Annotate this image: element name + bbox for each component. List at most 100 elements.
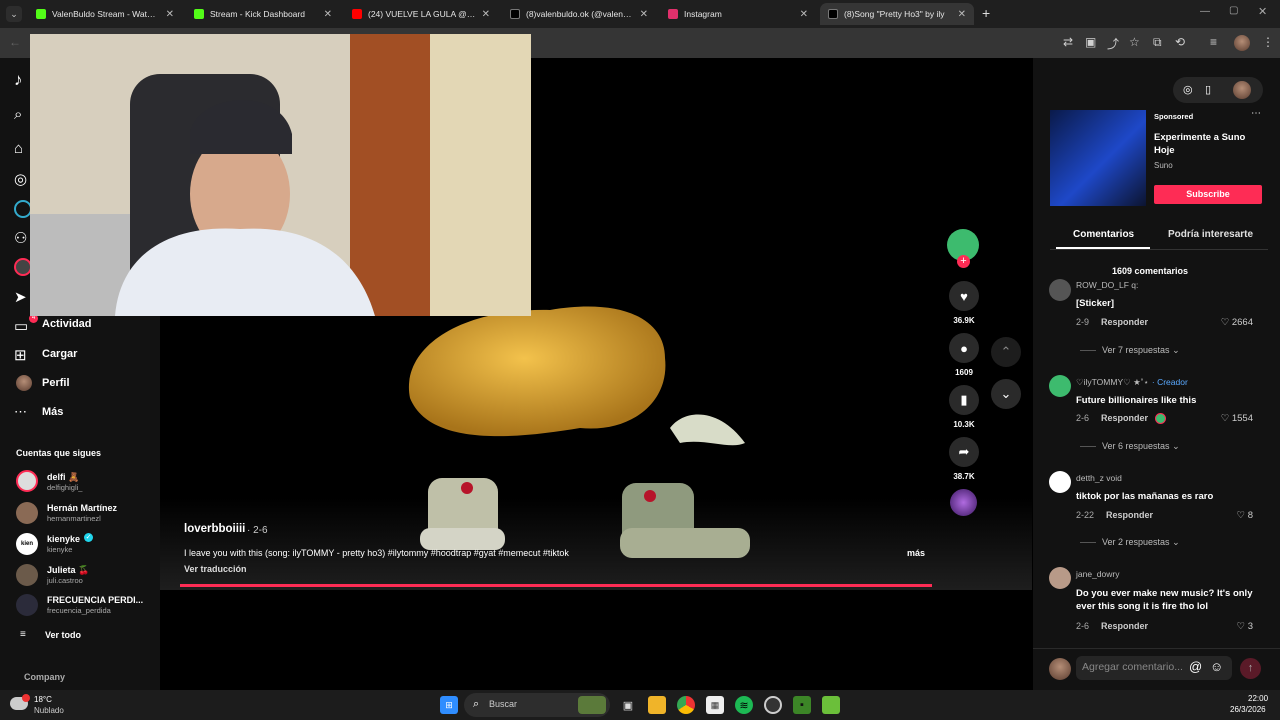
tab-search-icon[interactable]: ⌄ <box>6 6 22 22</box>
comment-like[interactable]: ♡ 2664 <box>1221 317 1253 328</box>
ad-menu-icon[interactable]: ⋯ <box>1251 108 1261 119</box>
share-button[interactable]: ➦ <box>949 437 979 467</box>
taskbar-search-box[interactable]: ⌕ Buscar <box>464 693 610 717</box>
avatar[interactable] <box>1049 375 1071 397</box>
video-progress-track[interactable] <box>180 584 932 587</box>
video-author[interactable]: loverbboiiii <box>184 523 245 535</box>
close-tab-icon[interactable]: ✕ <box>640 9 648 20</box>
reading-list-icon[interactable]: ≡ <box>1210 35 1217 49</box>
post-comment-button[interactable]: ↑ <box>1240 658 1261 679</box>
explore-icon[interactable]: ◎ <box>14 170 27 188</box>
back-icon[interactable]: ← <box>9 35 21 49</box>
weather-temp: 18°C <box>34 695 52 704</box>
minecraft-icon[interactable]: ▪ <box>793 696 811 714</box>
bookmark-star-icon[interactable]: ☆ <box>1129 35 1140 49</box>
menu-dots-icon[interactable]: ⋮ <box>1262 35 1274 49</box>
comment-input-box[interactable]: Agregar comentario... @ ☺ <box>1076 656 1232 680</box>
new-tab-button[interactable]: + <box>982 5 990 21</box>
cast-icon[interactable]: ▣ <box>1085 35 1096 49</box>
caption-more-link[interactable]: más <box>907 548 925 558</box>
browser-tab[interactable]: Stream - Kick Dashboard ✕ <box>186 3 340 25</box>
next-video-button[interactable]: ⌄ <box>991 379 1021 409</box>
comment-username[interactable]: detth_z void <box>1076 473 1122 483</box>
extensions-icon[interactable]: ⧉ <box>1153 35 1162 50</box>
reply-button[interactable]: Responder <box>1106 510 1153 520</box>
comment-like[interactable]: ♡ 8 <box>1237 510 1253 521</box>
avatar <box>16 594 38 616</box>
previous-video-button[interactable]: ⌃ <box>991 337 1021 367</box>
ad-subscribe-button[interactable]: Subscribe <box>1154 185 1262 204</box>
comment-username[interactable]: ♡ilyTOMMY♡ ★˚⋆ · Creador <box>1076 377 1188 388</box>
maximize-icon[interactable]: ▢ <box>1229 5 1238 16</box>
tab-divider <box>1050 249 1268 250</box>
browser-tab[interactable]: Instagram ✕ <box>660 3 816 25</box>
comment-button[interactable]: ● <box>949 333 979 363</box>
reply-button[interactable]: Responder <box>1101 621 1148 631</box>
history-icon[interactable]: ⟲ <box>1175 35 1185 49</box>
close-tab-icon[interactable]: ✕ <box>958 9 966 20</box>
follow-plus-icon[interactable]: + <box>957 255 970 268</box>
phone-icon[interactable]: ▯ <box>1205 83 1211 96</box>
translate-icon[interactable]: ⇄ <box>1063 35 1073 49</box>
close-window-icon[interactable]: ✕ <box>1258 5 1267 18</box>
profile-avatar[interactable] <box>1234 35 1250 51</box>
messages-icon[interactable]: ➤ <box>14 288 27 306</box>
account-avatar[interactable] <box>1233 81 1251 99</box>
chrome-icon[interactable] <box>677 696 695 714</box>
reply-button[interactable]: Responder <box>1101 413 1148 423</box>
comment-icon: ● <box>960 340 968 356</box>
tab-podria-interesarte[interactable]: Podría interesarte <box>1168 229 1253 240</box>
browser-tab[interactable]: (24) VUELVE LA GULA @meliann ✕ <box>344 3 498 25</box>
task-view-icon[interactable]: ▣ <box>619 696 637 714</box>
more-icon: ⋯ <box>14 404 27 419</box>
reply-button[interactable]: Responder <box>1101 317 1148 327</box>
search-icon[interactable]: ⌕ <box>14 106 22 123</box>
browser-tab[interactable]: ValenBuldo Stream - Watch Live ✕ <box>28 3 182 25</box>
save-button[interactable]: ▮ <box>949 385 979 415</box>
emoji-icon[interactable]: ☺ <box>1210 659 1223 674</box>
file-explorer-icon[interactable] <box>648 696 666 714</box>
sound-disc-icon[interactable] <box>950 489 977 516</box>
close-tab-icon[interactable]: ✕ <box>324 9 332 20</box>
spotify-icon[interactable]: ≋ <box>735 696 753 714</box>
heart-outline-icon: ♡ <box>1220 413 1230 424</box>
grass-block-icon[interactable] <box>822 696 840 714</box>
ad-thumbnail[interactable] <box>1050 110 1146 206</box>
avatar[interactable] <box>1049 279 1071 301</box>
like-button[interactable]: ♥ <box>949 281 979 311</box>
windows-start-icon[interactable]: ⊞ <box>440 696 458 714</box>
close-tab-icon[interactable]: ✕ <box>800 9 808 20</box>
comment-username[interactable]: ROW_DO_LF q: <box>1076 280 1138 290</box>
comment-like[interactable]: ♡ 1554 <box>1221 413 1253 424</box>
comment-count: 1609 <box>955 368 973 377</box>
browser-tab[interactable]: (8)Song "Pretty Ho3" by ily ✕ <box>820 3 974 25</box>
translate-link[interactable]: Ver traducción <box>184 564 247 574</box>
obs-icon[interactable] <box>764 696 782 714</box>
search-highlight-icon <box>578 696 606 714</box>
tab-comentarios[interactable]: Comentarios <box>1073 229 1134 240</box>
company-link[interactable]: Company <box>24 672 65 682</box>
save-count: 10.3K <box>953 420 975 429</box>
comment-like[interactable]: ♡ 3 <box>1237 621 1253 632</box>
view-replies-link[interactable]: Ver 7 respuestas ⌄ <box>1080 345 1180 356</box>
compass-icon[interactable]: ◎ <box>1183 83 1193 96</box>
mention-icon[interactable]: @ <box>1189 659 1202 674</box>
close-tab-icon[interactable]: ✕ <box>482 9 490 20</box>
browser-tab[interactable]: (8)valenbuldo.ok (@valenbuldo) ✕ <box>502 3 656 25</box>
view-replies-link[interactable]: Ver 2 respuestas ⌄ <box>1080 537 1180 548</box>
tiktok-logo-icon[interactable]: ♪ <box>14 70 23 90</box>
minimize-icon[interactable]: — <box>1200 6 1210 17</box>
view-replies-link[interactable]: Ver 6 respuestas ⌄ <box>1080 441 1180 452</box>
share-icon[interactable]: ⤴ <box>1107 35 1119 52</box>
ad-title[interactable]: Experimente a Suno Hoje <box>1154 131 1264 157</box>
calendar-icon[interactable]: ▦ <box>706 696 724 714</box>
home-icon[interactable]: ⌂ <box>14 140 23 157</box>
avatar[interactable] <box>1049 471 1071 493</box>
comment-username[interactable]: jane_dowry <box>1076 569 1119 579</box>
sidebar-item-label: Cargar <box>42 348 78 360</box>
avatar[interactable] <box>1049 567 1071 589</box>
comment-like-count: 1554 <box>1231 413 1253 424</box>
ad-brand: Suno <box>1154 161 1173 170</box>
following-icon[interactable]: ⚇ <box>14 229 27 247</box>
close-tab-icon[interactable]: ✕ <box>166 9 174 20</box>
